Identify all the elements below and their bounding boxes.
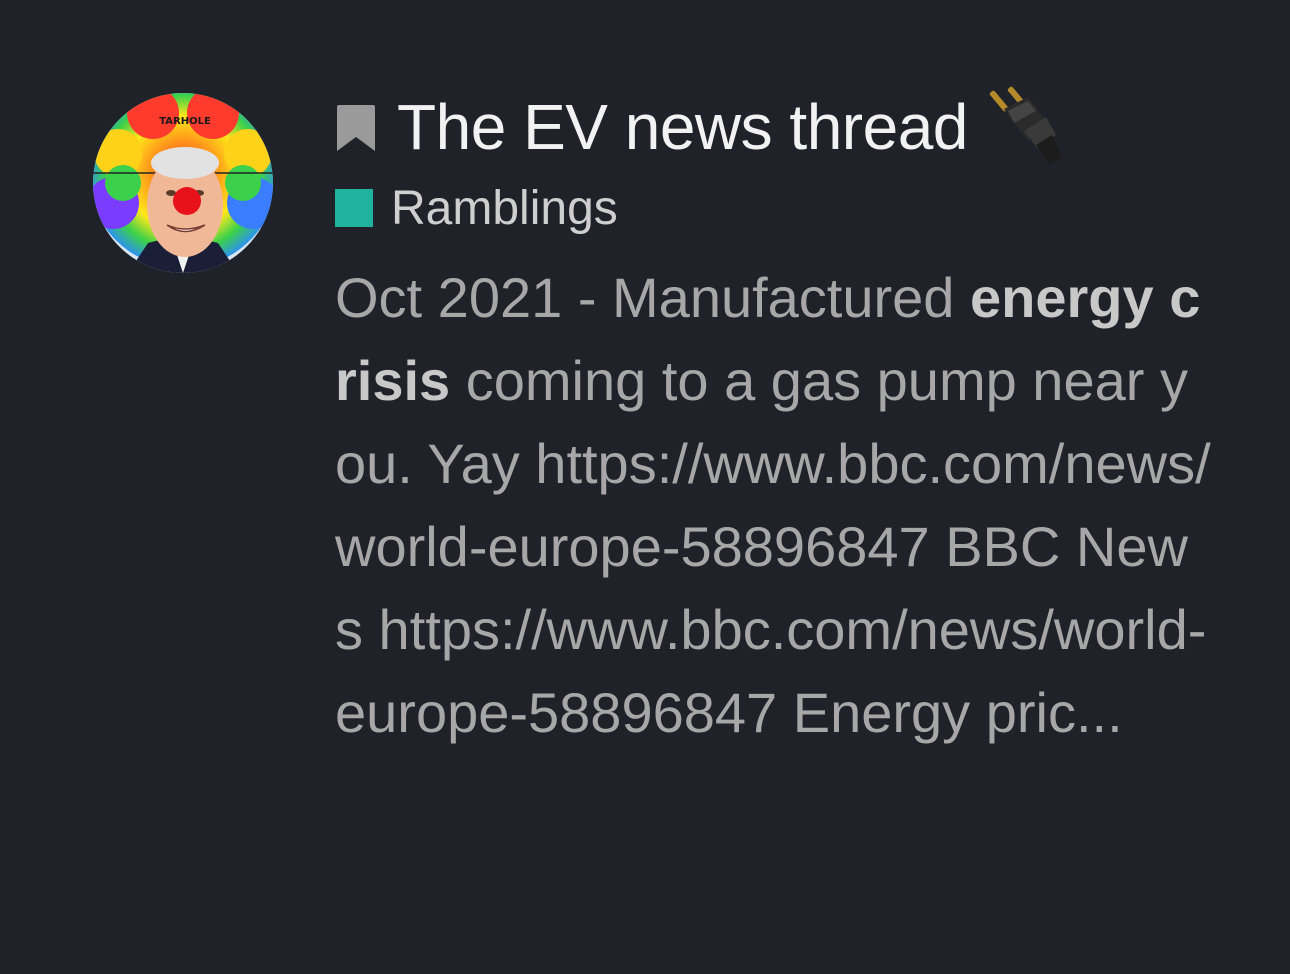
topic-title[interactable]: The EV news thread xyxy=(397,90,968,164)
topic-excerpt[interactable]: Oct 2021 - Manufactured energy crisis co… xyxy=(335,256,1215,754)
category-color-swatch xyxy=(335,189,373,227)
topic-title-row: The EV news thread xyxy=(335,85,1235,169)
topic-content: The EV news thread Ramblings Oct 2021 - … xyxy=(335,85,1235,754)
excerpt-text-after: coming to a gas pump near you. Yay https… xyxy=(335,349,1211,744)
category-label: Ramblings xyxy=(391,181,618,235)
avatar-caption: TARHOLE xyxy=(159,116,211,127)
topic-list-item[interactable]: TARHOLE The EV news thread Ramblings Oct… xyxy=(0,0,1290,974)
excerpt-text-before: Oct 2021 - Manufactured xyxy=(335,266,971,329)
bookmark-icon[interactable] xyxy=(335,103,377,153)
category-badge[interactable]: Ramblings xyxy=(335,180,1235,236)
electric-plug-icon xyxy=(984,85,1068,169)
avatar[interactable]: TARHOLE xyxy=(93,93,273,273)
